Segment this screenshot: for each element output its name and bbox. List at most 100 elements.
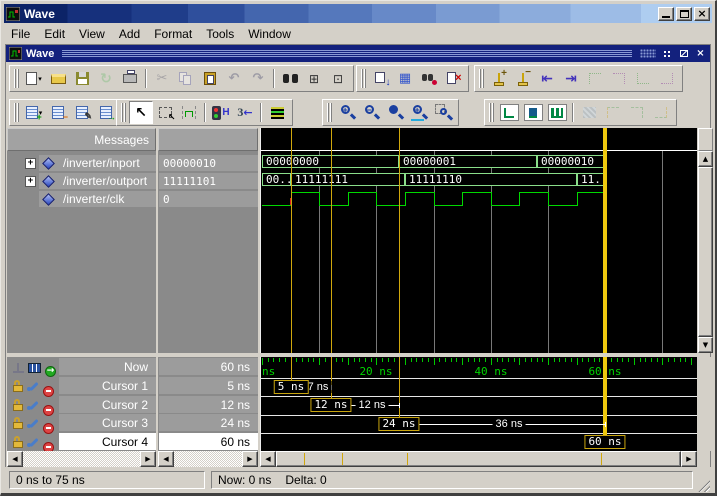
cursor-label[interactable]: Cursor 2 (102, 398, 148, 412)
signal-row[interactable]: +/inverter/outport (7, 172, 156, 190)
toolbar-gripper[interactable] (489, 103, 494, 122)
scroll-left-icon[interactable]: ◀ (158, 451, 174, 467)
wave-cursor-line[interactable] (291, 128, 292, 353)
signal-value-row[interactable]: 0 (158, 190, 258, 208)
new-file-button[interactable]: ▾ (22, 67, 46, 90)
cursor-label[interactable]: Cursor 3 (102, 416, 148, 430)
close-button[interactable]: × (694, 7, 710, 21)
menu-window[interactable]: Window (241, 25, 298, 43)
combine-signals-button[interactable] (265, 101, 289, 124)
timeline-cursor-line[interactable] (399, 357, 400, 417)
cursor-time-box[interactable]: 60 ns (584, 435, 625, 449)
timeline-canvas[interactable]: 0 ns20 ns40 ns60 ns7 ns12 ns36 ns5 ns12 … (260, 357, 697, 451)
wave-cursor-line[interactable] (399, 128, 400, 353)
wave-hscrollbar[interactable]: ◀ ▶ (260, 451, 697, 467)
next-transition-button[interactable]: ⇥ (559, 67, 583, 90)
delete-item-button[interactable]: × (441, 67, 465, 90)
expand-tree-button[interactable]: ⊞ (302, 67, 326, 90)
paste-button[interactable] (198, 67, 222, 90)
cursor-label[interactable]: Cursor 4 (102, 435, 148, 449)
resize-grip[interactable] (697, 479, 710, 492)
zoom-mode-button[interactable]: ↖ (153, 101, 177, 124)
cursor-label[interactable]: Cursor 1 (102, 379, 148, 393)
edit-wave-button[interactable]: ✎ (70, 101, 94, 124)
select-mode-button[interactable]: ↖ (129, 101, 153, 124)
pane-drag-dots[interactable] (640, 49, 656, 58)
add-to-wave-button[interactable]: ↓ (369, 67, 393, 90)
toolbar-gripper[interactable] (479, 69, 484, 88)
save-button[interactable] (70, 67, 94, 90)
delete-wave-button[interactable]: − (46, 101, 70, 124)
names-hscrollbar[interactable]: ◀ ▶ (7, 451, 156, 467)
cursor-value-row[interactable]: 12 ns (158, 395, 258, 414)
hierarchy-button[interactable]: ⊡ (326, 67, 350, 90)
dropdown-arrow-icon[interactable]: ▾ (38, 75, 42, 83)
cursor-row[interactable]: →Now (7, 357, 156, 376)
open-file-button[interactable] (46, 67, 70, 90)
wave-cursor-line[interactable] (603, 128, 607, 353)
toolbar-gripper[interactable] (14, 69, 19, 88)
export-wave-button[interactable]: → (94, 101, 118, 124)
zoom-full-button[interactable] (383, 101, 407, 124)
toolbar-gripper[interactable] (121, 103, 126, 122)
signal-name[interactable]: /inverter/clk (63, 192, 124, 206)
zoom-cursor-button[interactable] (431, 101, 455, 124)
memory-grid-button[interactable]: ▦ (393, 67, 417, 90)
prev-transition-button[interactable]: ⇤ (535, 67, 559, 90)
cursor-row[interactable]: Cursor 1 (7, 376, 156, 395)
find-button[interactable] (278, 67, 302, 90)
scroll-down-icon[interactable]: ▼ (698, 337, 713, 353)
expand-icon[interactable]: + (25, 158, 36, 169)
wave-cursor-line[interactable] (331, 128, 332, 353)
vertical-scroll-thumb[interactable] (698, 167, 713, 337)
zoom-in-button[interactable]: + (335, 101, 359, 124)
zoom-out-button[interactable]: − (359, 101, 383, 124)
cursor-time-box[interactable]: 12 ns (310, 398, 351, 412)
maximize-button[interactable] (676, 7, 692, 21)
menu-add[interactable]: Add (112, 25, 147, 43)
minimize-button[interactable] (658, 7, 674, 21)
window-titlebar[interactable]: Wave × (4, 4, 712, 23)
signal-row[interactable]: + /inverter/inport (7, 154, 156, 172)
cursor-time-box[interactable]: 24 ns (378, 417, 419, 431)
scroll-right-icon[interactable]: ▶ (681, 451, 697, 467)
cursor-label[interactable]: Now (124, 360, 148, 374)
signal-value-row[interactable]: 00000010 (158, 154, 258, 172)
menu-edit[interactable]: Edit (37, 25, 72, 43)
delete-cursor-button[interactable]: − (511, 67, 535, 90)
cursor-value-row[interactable]: 5 ns (158, 376, 258, 395)
toolbar-gripper[interactable] (361, 69, 366, 88)
pane-dock-icon[interactable] (660, 48, 673, 60)
timeline-cursor-line[interactable] (291, 357, 292, 380)
insert-cursor-button[interactable]: + (487, 67, 511, 90)
signal-name[interactable]: /inverter/outport (63, 174, 147, 188)
scroll-up-icon[interactable]: ▲ (698, 151, 713, 167)
pane-drag-lines[interactable] (62, 50, 632, 57)
signal-name[interactable]: /inverter/inport (63, 156, 140, 170)
find-signal-button[interactable] (417, 67, 441, 90)
menu-file[interactable]: File (4, 25, 37, 43)
pane-undock-icon[interactable] (677, 48, 690, 60)
pane-close-icon[interactable]: × (694, 48, 707, 60)
cursor-value-row[interactable]: 60 ns (158, 357, 258, 376)
toolbar-gripper[interactable] (14, 103, 19, 122)
cursor-row[interactable]: Cursor 2 (7, 395, 156, 414)
edit-mode-button[interactable] (177, 101, 201, 124)
pane-titlebar[interactable]: Wave × (6, 45, 710, 62)
cursor-value-row[interactable]: 60 ns (158, 432, 258, 451)
waveform-canvas[interactable]: 00000000000000010000001000...11111111111… (260, 128, 697, 353)
signal-row[interactable]: /inverter/clk (7, 190, 156, 208)
stop-draw-button[interactable]: H (209, 101, 233, 124)
scroll-left-icon[interactable]: ◀ (260, 451, 276, 467)
cursor-row[interactable]: Cursor 3 (7, 413, 156, 432)
toolbar-gripper[interactable] (327, 103, 332, 122)
scroll-right-icon[interactable]: ▶ (140, 451, 156, 467)
messages-column-header[interactable]: Messages (7, 128, 156, 151)
cursor-time-box[interactable]: 5 ns (274, 380, 309, 394)
scroll-right-icon[interactable]: ▶ (242, 451, 258, 467)
expanded-time-off-button[interactable] (497, 101, 521, 124)
expanded-time-delta-button[interactable] (521, 101, 545, 124)
show-drivers-button[interactable]: 3← (233, 101, 257, 124)
cursor-value-row[interactable]: 24 ns (158, 413, 258, 432)
cursor-row[interactable]: Cursor 4 (7, 432, 156, 451)
